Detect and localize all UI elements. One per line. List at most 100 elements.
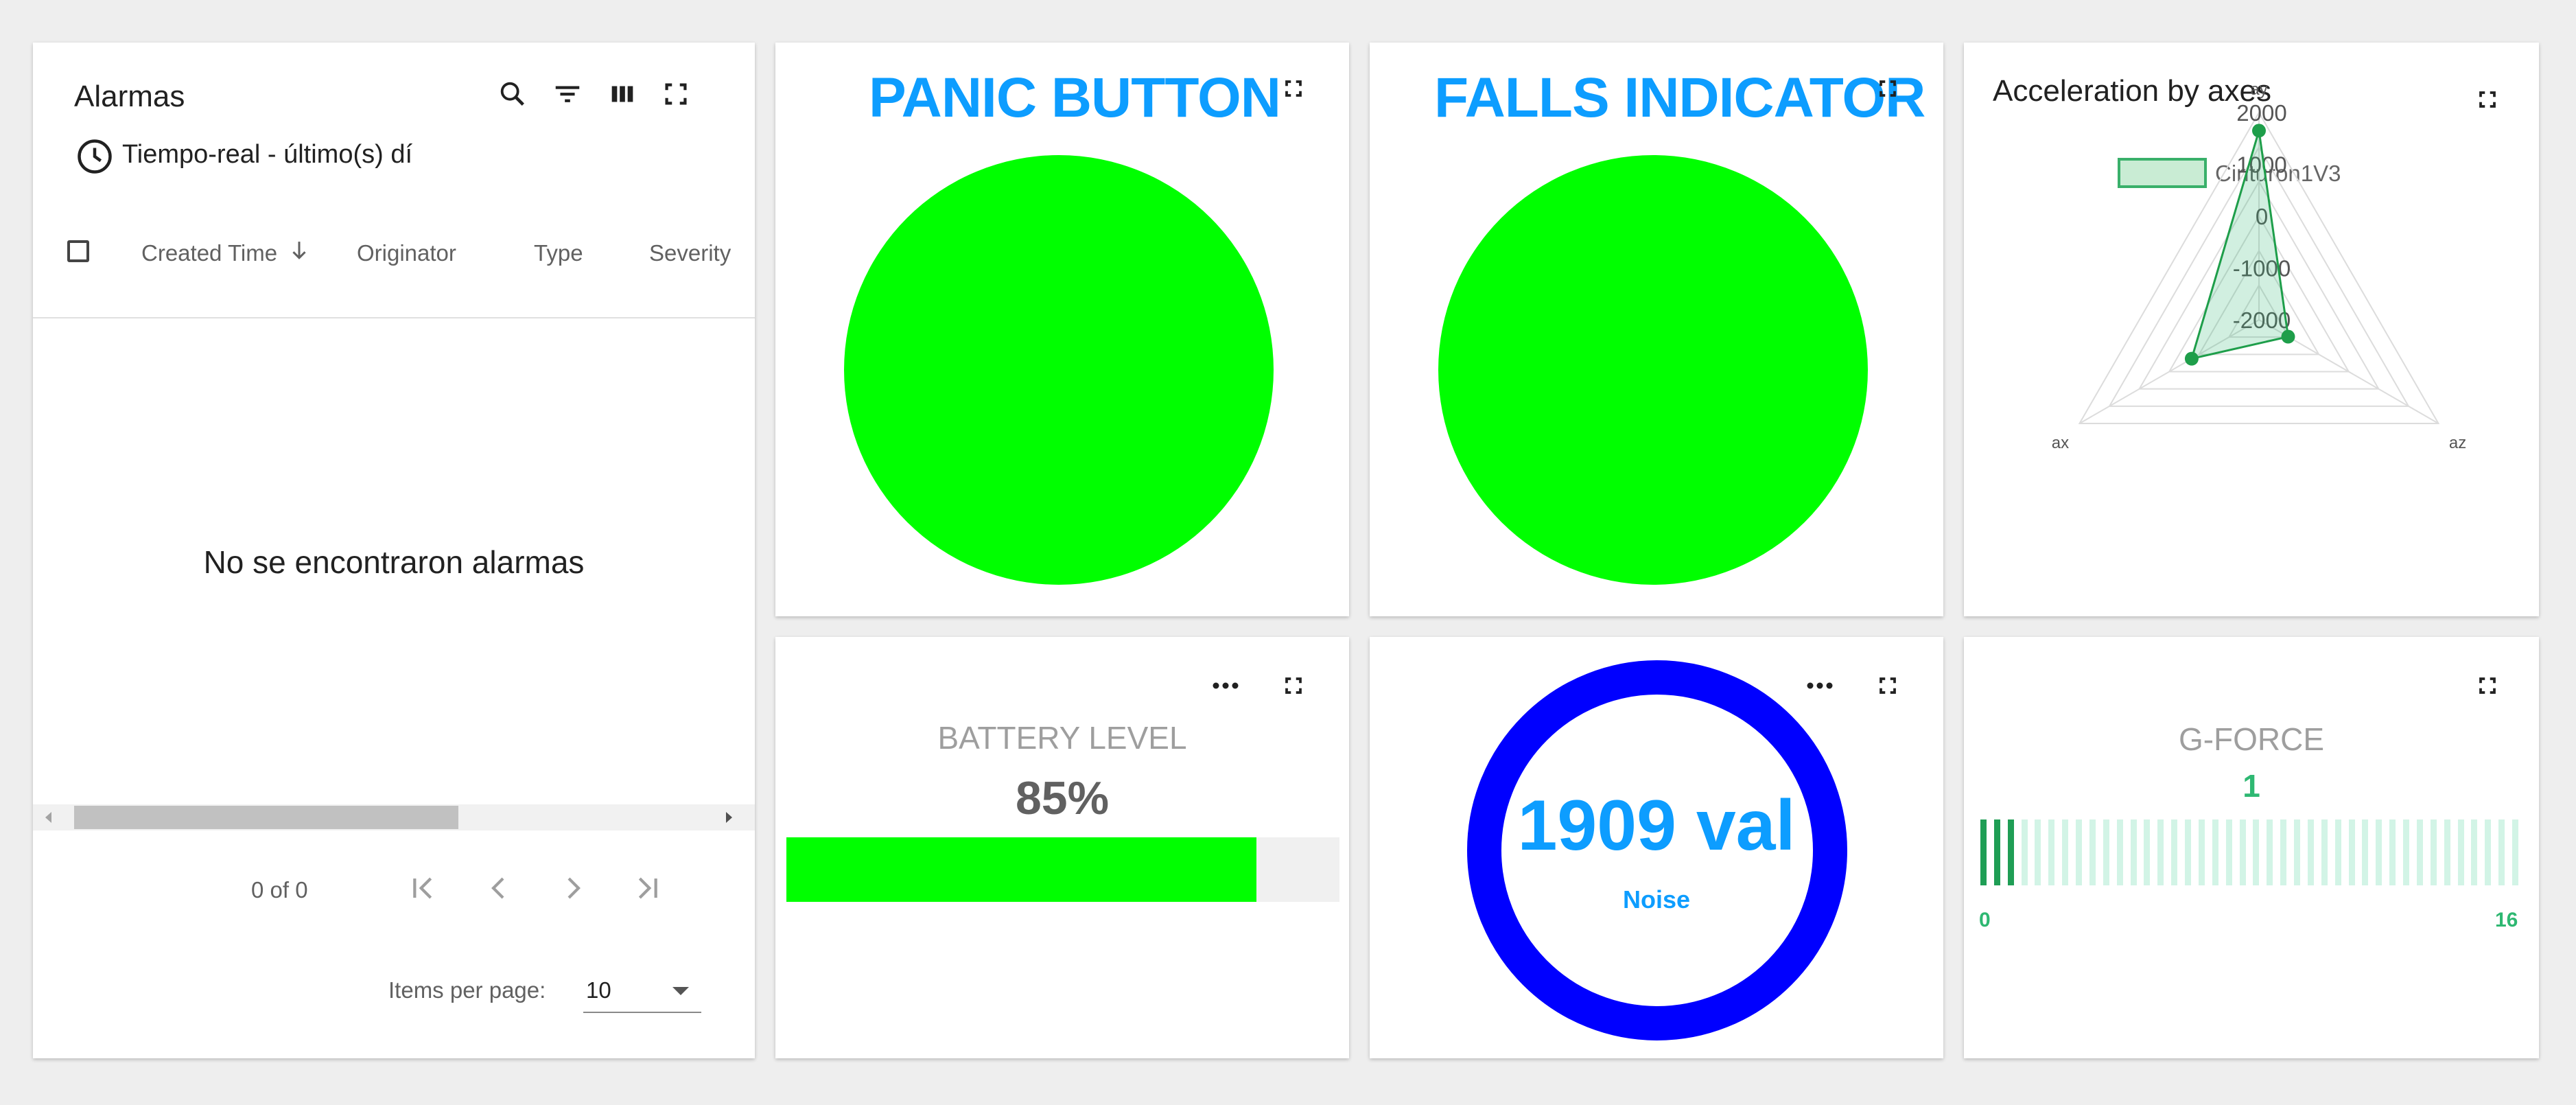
- more-options-icon[interactable]: [1805, 675, 1835, 696]
- column-created-time[interactable]: Created Time: [141, 240, 308, 266]
- falls-status-indicator: [1438, 155, 1868, 585]
- more-options-icon[interactable]: [1210, 675, 1241, 696]
- paginator-range: 0 of 0: [251, 877, 308, 903]
- battery-bar-fill: [786, 837, 1257, 902]
- gauge-tick: [2171, 819, 2178, 885]
- gauge-tick: [2103, 819, 2109, 885]
- gauge-tick: [2376, 819, 2382, 885]
- gauge-tick: [2239, 819, 2246, 885]
- gforce-linear-gauge: [1964, 637, 2539, 1058]
- fullscreen-icon[interactable]: [1283, 675, 1304, 696]
- gauge-tick: [2035, 819, 2041, 885]
- gauge-tick: [2321, 819, 2328, 885]
- column-created-time-label: Created Time: [141, 240, 278, 266]
- radar-tick-label: 2000: [2236, 100, 2286, 126]
- gauge-tick: [2444, 819, 2450, 885]
- gauge-tick: [2076, 819, 2083, 885]
- noise-value: 1909 val: [1517, 786, 1796, 865]
- alarms-title: Alarmas: [74, 80, 185, 113]
- falls-indicator-widget: FALLS INDICATOR: [1370, 43, 1943, 616]
- column-severity[interactable]: Severity: [649, 240, 731, 266]
- arrow-down-icon: [290, 240, 308, 266]
- battery-bar-track: [786, 837, 1339, 902]
- falls-indicator-title: FALLS INDICATOR: [1434, 67, 1925, 129]
- gforce-max-label: 16: [2495, 909, 2518, 931]
- gauge-tick: [2130, 819, 2137, 885]
- items-per-page-label: Items per page:: [388, 977, 546, 1003]
- last-page-icon[interactable]: [629, 869, 667, 907]
- gauge-tick: [2198, 819, 2205, 885]
- gauge-tick: [2512, 819, 2518, 885]
- gauge-tick: [2389, 819, 2396, 885]
- first-page-icon[interactable]: [403, 869, 442, 907]
- radar-point: [2281, 329, 2295, 344]
- select-all-checkbox[interactable]: [67, 240, 89, 262]
- gauge-tick: [2430, 819, 2437, 885]
- clock-icon: [74, 136, 115, 177]
- gauge-tick: [1993, 819, 2000, 885]
- gauge-tick: [2225, 819, 2232, 885]
- panic-status-indicator: [844, 155, 1274, 585]
- radar-axis-label: ay: [2250, 80, 2267, 99]
- gauge-tick: [2253, 819, 2260, 885]
- gauge-tick: [2457, 819, 2464, 885]
- column-type[interactable]: Type: [534, 240, 583, 266]
- gauge-tick: [2048, 819, 2055, 885]
- legend-swatch: [2118, 158, 2207, 188]
- acceleration-widget: Acceleration by axes Cinturon1V3 2000100…: [1964, 43, 2539, 616]
- filter-icon[interactable]: [552, 78, 583, 110]
- acceleration-radar-chart: Cinturon1V3 200010000-1000-2000 ayazax: [2052, 80, 2466, 452]
- gauge-tick: [2362, 819, 2369, 885]
- horizontal-scrollbar[interactable]: [33, 804, 755, 830]
- gauge-tick: [2212, 819, 2218, 885]
- gauge-tick: [2334, 819, 2341, 885]
- gauge-tick: [2416, 819, 2423, 885]
- panic-button-title: PANIC BUTTON: [869, 67, 1281, 129]
- gauge-tick: [2485, 819, 2492, 885]
- search-icon[interactable]: [497, 78, 528, 110]
- fullscreen-icon[interactable]: [1877, 675, 1898, 696]
- chevron-down-icon: [672, 987, 689, 995]
- gauge-tick: [1980, 819, 1987, 885]
- radar-axis-label: az: [2449, 434, 2466, 452]
- gforce-min-label: 0: [1979, 909, 1991, 931]
- gauge-tick: [2280, 819, 2287, 885]
- gauge-tick: [2062, 819, 2069, 885]
- gauge-tick: [2403, 819, 2410, 885]
- gauge-tick: [2157, 819, 2164, 885]
- gauge-tick: [2089, 819, 2096, 885]
- gauge-tick: [2116, 819, 2123, 885]
- gauge-tick: [2348, 819, 2355, 885]
- battery-value: 85%: [1015, 772, 1110, 824]
- gauge-tick: [2021, 819, 2028, 885]
- items-per-page-value: 10: [586, 977, 611, 1003]
- scroll-right-arrow[interactable]: [726, 812, 732, 823]
- items-per-page-select[interactable]: 10: [583, 969, 701, 1013]
- fullscreen-icon[interactable]: [660, 78, 692, 110]
- panic-button-widget: PANIC BUTTON: [775, 43, 1349, 616]
- previous-page-icon[interactable]: [479, 869, 517, 907]
- next-page-icon[interactable]: [554, 869, 593, 907]
- empty-message: No se encontraron alarmas: [203, 544, 585, 580]
- gauge-tick: [2471, 819, 2478, 885]
- gauge-tick: [2007, 819, 2014, 885]
- header-divider: [33, 317, 755, 318]
- gauge-tick: [2294, 819, 2301, 885]
- noise-label: Noise: [1622, 885, 1691, 914]
- scroll-left-arrow[interactable]: [45, 812, 51, 823]
- fullscreen-icon[interactable]: [1283, 78, 1304, 99]
- columns-icon[interactable]: [607, 78, 638, 110]
- column-originator[interactable]: Originator: [357, 240, 456, 266]
- timewindow-label[interactable]: Tiempo-real - último(s) dí: [122, 140, 412, 170]
- fullscreen-icon[interactable]: [1877, 78, 1898, 99]
- scrollbar-thumb[interactable]: [74, 806, 458, 829]
- radar-point: [2252, 124, 2266, 138]
- gauge-tick: [2267, 819, 2273, 885]
- gauge-tick: [2185, 819, 2192, 885]
- gauge-tick: [2498, 819, 2505, 885]
- battery-widget: BATTERY LEVEL 85%: [775, 637, 1349, 1058]
- radar-point: [2184, 351, 2199, 366]
- gauge-tick: [2307, 819, 2314, 885]
- gauge-tick: [2144, 819, 2151, 885]
- battery-title: BATTERY LEVEL: [937, 720, 1187, 756]
